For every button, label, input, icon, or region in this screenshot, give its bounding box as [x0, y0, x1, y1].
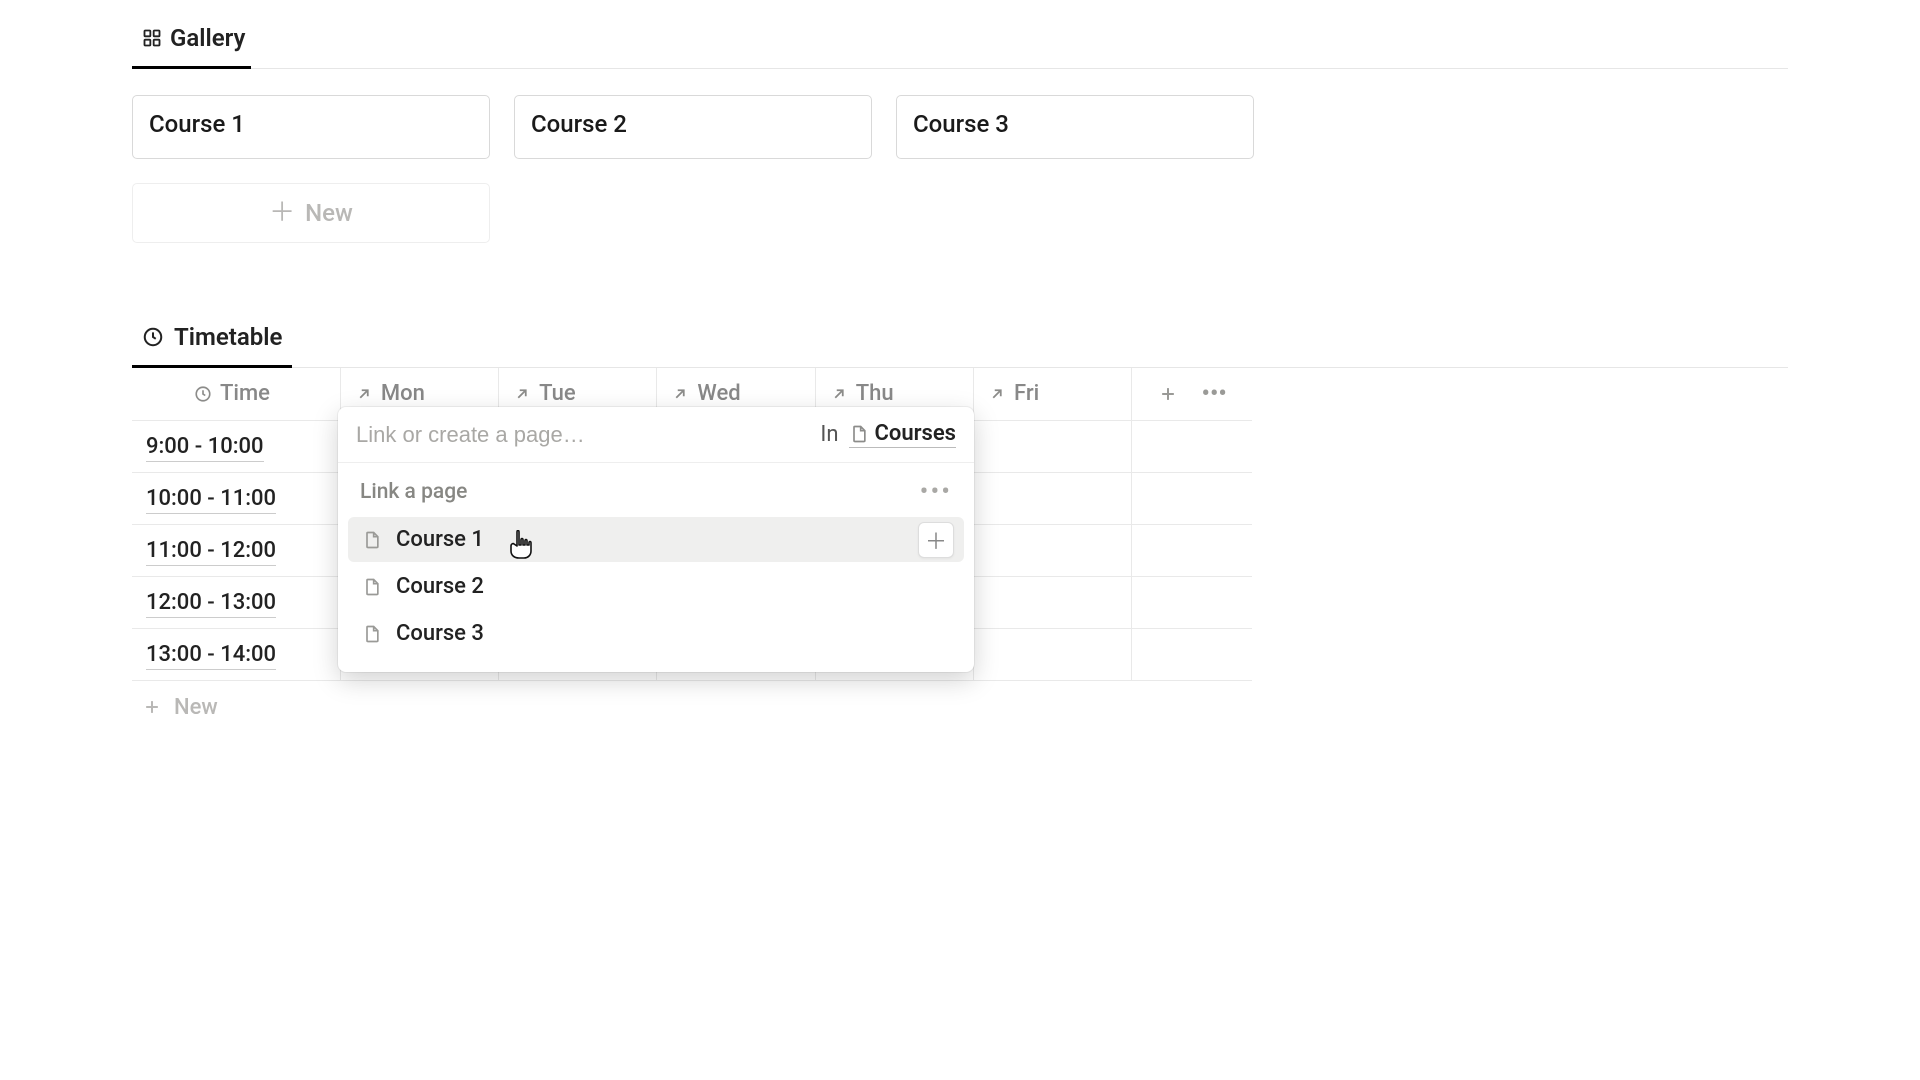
col-header-fri[interactable]: Fri [973, 368, 1131, 420]
gallery-tabrow: Gallery [132, 12, 1788, 69]
col-header-wed-label: Wed [697, 381, 740, 406]
timetable-tab[interactable]: Timetable [132, 315, 292, 368]
add-relation-button[interactable]: ＋ [918, 522, 954, 558]
relation-icon [513, 385, 531, 403]
gallery-tab-label: Gallery [170, 24, 245, 52]
relation-search-input[interactable] [356, 422, 820, 448]
col-header-fri-label: Fri [1014, 381, 1039, 406]
gallery-tab[interactable]: Gallery [132, 16, 251, 69]
gallery-card[interactable]: Course 2 [514, 95, 872, 159]
time-cell-label: 9:00 - 10:00 [146, 434, 264, 462]
add-row-label: New [174, 695, 218, 720]
in-label: In [820, 422, 838, 447]
page-icon [362, 624, 382, 644]
col-header-thu-label: Thu [856, 381, 894, 406]
gallery-cards: Course 1 Course 2 Course 3 [132, 95, 1788, 159]
relation-option[interactable]: Course 3 [348, 611, 964, 656]
database-chip-label: Courses [875, 421, 957, 446]
timetable-tab-label: Timetable [174, 323, 282, 351]
gallery-card[interactable]: Course 1 [132, 95, 490, 159]
relation-option-label: Course 2 [396, 574, 484, 599]
col-header-tue-label: Tue [539, 381, 576, 406]
relation-option-label: Course 3 [396, 621, 484, 646]
relation-icon [671, 385, 689, 403]
relation-icon [355, 385, 373, 403]
database-chip[interactable]: Courses [849, 421, 957, 448]
relation-icon [830, 385, 848, 403]
clock-icon [194, 385, 212, 403]
relation-popover: In Courses Link a page ••• Course 1 ＋ [338, 407, 974, 672]
page-icon [362, 530, 382, 550]
gallery-new-card[interactable]: ＋ New [132, 183, 490, 243]
time-cell-label: 11:00 - 12:00 [146, 538, 276, 566]
col-header-mon-label: Mon [381, 381, 425, 406]
time-cell-label: 12:00 - 13:00 [146, 590, 276, 618]
page-icon [849, 424, 869, 444]
gallery-card[interactable]: Course 3 [896, 95, 1254, 159]
table-options-button[interactable]: ••• [1202, 389, 1227, 399]
add-row-button[interactable]: New [132, 681, 1788, 720]
link-page-section-label: Link a page [360, 480, 467, 504]
popover-options-button[interactable]: ••• [920, 477, 952, 507]
relation-option[interactable]: Course 2 [348, 564, 964, 609]
clock-icon [142, 326, 164, 348]
col-header-time-label: Time [220, 381, 270, 406]
timetable-tabrow: Timetable [132, 315, 1788, 368]
time-cell-label: 10:00 - 11:00 [146, 486, 276, 514]
col-header-time[interactable]: Time [132, 368, 340, 420]
page-icon [362, 577, 382, 597]
col-header-actions: ••• [1132, 368, 1252, 420]
time-cell-label: 13:00 - 14:00 [146, 642, 276, 670]
relation-option[interactable]: Course 1 ＋ [348, 517, 964, 562]
relation-icon [988, 385, 1006, 403]
gallery-new-label: New [305, 199, 353, 227]
relation-option-label: Course 1 [396, 527, 484, 552]
plus-icon: ＋ [269, 200, 295, 226]
add-column-button[interactable] [1158, 384, 1178, 404]
gallery-icon [142, 28, 162, 48]
plus-icon [142, 697, 162, 717]
